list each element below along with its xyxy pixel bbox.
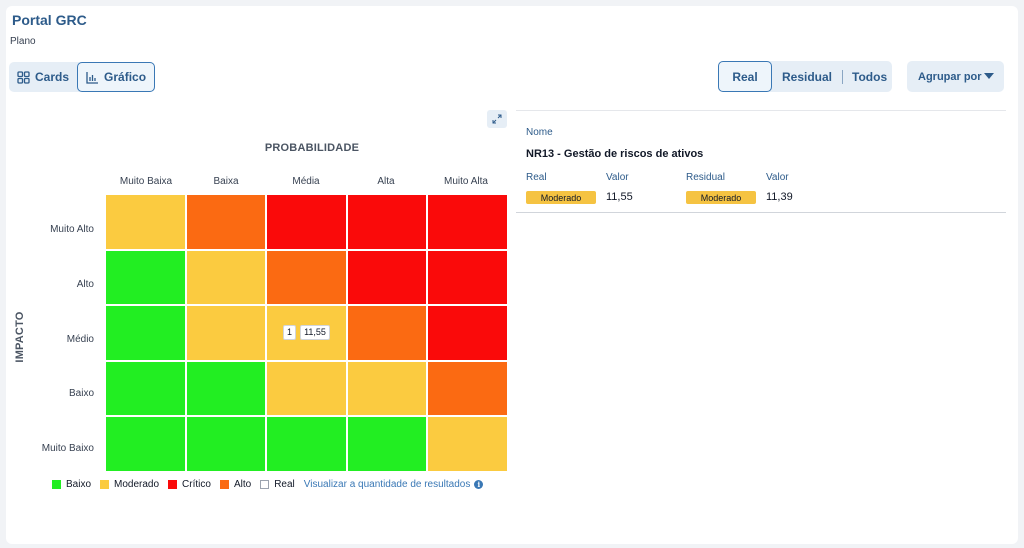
legend-label: Moderado (114, 479, 160, 490)
expand-button[interactable] (487, 110, 507, 128)
real-mode-button[interactable]: Real (718, 61, 772, 92)
legend-label: Real (274, 479, 295, 490)
residual-mode-button[interactable]: Residual (772, 61, 842, 92)
matrix-cell-alto[interactable] (428, 361, 507, 416)
column-label: Alta (377, 176, 395, 187)
legend-swatch (52, 480, 61, 489)
matrix-cell-critico[interactable] (347, 250, 427, 305)
legend-item-real: Real (260, 479, 295, 490)
matrix-cell-alto[interactable] (267, 250, 346, 305)
real-label: Real (526, 172, 547, 183)
legend-swatch (260, 480, 270, 489)
legend-swatch (219, 480, 229, 489)
legend-item-critico: Crítico (168, 479, 211, 490)
matrix-cell-baixo[interactable] (106, 361, 185, 416)
risk-detail-panel: Nome NR13 - Gestão de riscos de ativos R… (516, 110, 1006, 213)
cards-view-button[interactable]: Cards (9, 62, 77, 92)
column-label: Muito Alta (444, 176, 488, 187)
row-label: Muito Alto (50, 224, 94, 235)
residual-value: 11,39 (766, 191, 793, 203)
group-by-dropdown[interactable]: Agrupar por (907, 61, 1004, 92)
legend-item-moderado: Moderado (100, 479, 159, 490)
cards-view-label: Cards (35, 70, 70, 84)
matrix-cell-baixo[interactable] (106, 250, 185, 305)
matrix-cell-critico[interactable] (267, 195, 346, 249)
legend-label: Crítico (182, 479, 211, 490)
page-subtitle: Plano (10, 36, 36, 47)
caret-down-icon (984, 73, 994, 79)
legend: Baixo Moderado Crítico Alto Real Visuali… (52, 479, 484, 490)
matrix-cell-moderado[interactable] (347, 361, 427, 416)
matrix-cell-moderado[interactable]: 1 11,55 (267, 306, 346, 360)
column-label: Baixa (213, 176, 239, 187)
matrix-cell-critico[interactable] (428, 306, 507, 360)
residual-valor-label: Valor (766, 172, 789, 183)
expand-icon (492, 114, 502, 124)
residual-level-badge: Moderado (686, 191, 756, 204)
real-valor-label: Valor (606, 172, 629, 183)
residual-label: Residual (686, 172, 725, 183)
app-title: Portal GRC (12, 12, 87, 28)
grid-icon (17, 70, 30, 84)
show-count-link[interactable]: Visualizar a quantidade de resultados i (304, 479, 484, 490)
bar-chart-icon (86, 71, 99, 84)
mode-toggle: Real Residual Todos (718, 61, 892, 92)
matrix-cell-moderado[interactable] (267, 361, 346, 416)
legend-swatch (100, 480, 110, 489)
y-axis-title: IMPACTO (14, 311, 26, 363)
matrix-cell-baixo[interactable] (186, 361, 266, 416)
risk-matrix: 1 11,55 (106, 195, 507, 471)
chart-view-label: Gráfico (104, 70, 147, 84)
matrix-cell-alto[interactable] (186, 195, 266, 249)
info-icon: i (474, 480, 484, 489)
real-level-badge: Moderado (526, 191, 596, 204)
matrix-cell-baixo[interactable] (106, 306, 185, 360)
matrix-cell-baixo[interactable] (267, 417, 346, 471)
matrix-cell-critico[interactable] (428, 195, 507, 249)
row-label: Baixo (68, 388, 94, 399)
todos-mode-button[interactable]: Todos (843, 61, 887, 92)
matrix-cell-critico[interactable] (347, 195, 427, 249)
risk-count-tag: 1 (283, 325, 297, 341)
name-label: Nome (526, 127, 553, 138)
legend-item-alto: Alto (219, 479, 252, 490)
matrix-cell-alto[interactable] (347, 306, 427, 360)
legend-label: Baixo (66, 479, 92, 490)
risk-name[interactable]: NR13 - Gestão de riscos de ativos (526, 148, 703, 160)
risk-value-tag: 11,55 (300, 325, 330, 341)
x-axis-title: PROBABILIDADE (264, 142, 360, 154)
column-label: Média (292, 176, 320, 187)
matrix-cell-moderado[interactable] (186, 250, 266, 305)
legend-label: Alto (233, 479, 252, 490)
matrix-cell-baixo[interactable] (347, 417, 427, 471)
matrix-cell-moderado[interactable] (186, 306, 266, 360)
column-label: Muito Baixa (119, 176, 173, 187)
view-toggle: Cards Gráfico (9, 62, 156, 92)
row-label: Muito Baixo (41, 443, 94, 454)
chart-view-button[interactable]: Gráfico (77, 62, 156, 92)
matrix-cell-baixo[interactable] (186, 417, 266, 471)
matrix-cell-baixo[interactable] (106, 417, 185, 471)
matrix-cell-moderado[interactable] (106, 195, 185, 249)
real-value: 11,55 (606, 191, 633, 203)
legend-swatch (168, 480, 178, 489)
matrix-cell-moderado[interactable] (428, 417, 507, 471)
matrix-cell-critico[interactable] (428, 250, 507, 305)
legend-item-baixo: Baixo (52, 479, 91, 490)
row-label: Alto (76, 279, 94, 290)
show-count-label: Visualizar a quantidade de resultados (303, 479, 471, 490)
row-label: Médio (66, 334, 94, 345)
group-by-label: Agrupar por (918, 70, 982, 83)
